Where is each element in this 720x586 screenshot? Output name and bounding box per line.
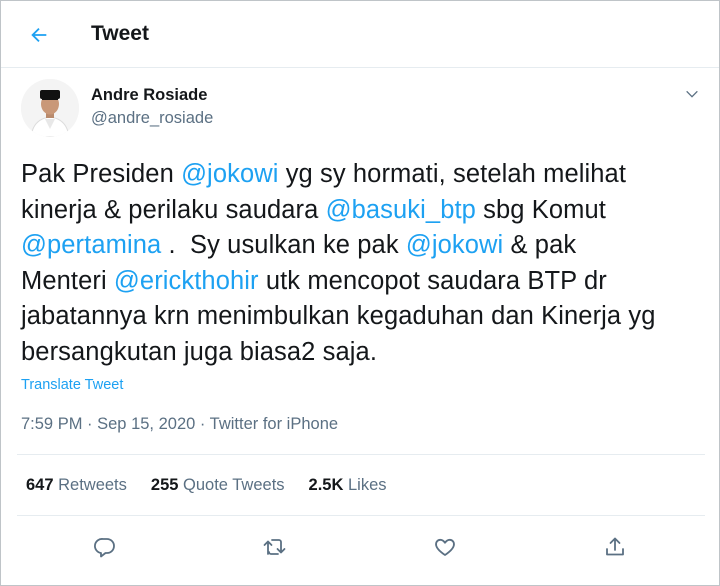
meta-separator: · [195, 415, 210, 433]
mention-link[interactable]: @jokowi [181, 160, 278, 188]
share-button[interactable] [597, 529, 633, 565]
retweet-button[interactable] [257, 529, 293, 565]
tweet-time[interactable]: 7:59 PM [21, 415, 82, 433]
tweet-text: Pak Presiden @jokowi yg sy hormati, sete… [21, 157, 711, 371]
arrow-left-icon [31, 27, 47, 43]
divider [17, 515, 705, 516]
likes-label: Likes [343, 476, 387, 494]
mention-link[interactable]: @basuki_btp [326, 196, 476, 224]
tweet-text-segment: . Sy usulkan ke pak [161, 231, 406, 260]
share-icon [606, 537, 624, 556]
tweet-text-segment: sbg Komut [483, 195, 606, 224]
translate-tweet-link[interactable]: Translate Tweet [21, 377, 123, 393]
page-title: Tweet [91, 22, 149, 45]
meta-separator: · [82, 415, 98, 433]
profile-photo [21, 79, 79, 137]
quote-tweets-count: 255 [150, 476, 179, 494]
likes-stat[interactable]: 2.5K Likes [309, 476, 387, 495]
tweet-actions [1, 529, 719, 565]
retweet-icon [263, 539, 286, 555]
author-handle[interactable]: @andre_rosiade [91, 109, 213, 128]
mention-link[interactable]: @jokowi [406, 231, 503, 259]
tweet-stats: 647 Retweets 255 Quote Tweets 2.5K Likes [26, 476, 387, 495]
chevron-down-icon [686, 90, 698, 98]
reply-button[interactable] [87, 529, 123, 565]
tweet-meta: 7:59 PM · Sep 15, 2020 · Twitter for iPh… [21, 415, 338, 434]
header: Tweet [1, 1, 719, 68]
divider [17, 454, 705, 455]
avatar[interactable] [21, 79, 79, 137]
tweet-text-segment: Pak Presiden [21, 160, 182, 188]
more-options-button[interactable] [681, 83, 703, 105]
tweet-detail-panel: Tweet Andre Rosiade @andre_rosiade Pak P… [0, 0, 720, 586]
tweet-source[interactable]: Twitter for iPhone [210, 415, 338, 433]
retweets-label: Retweets [53, 476, 127, 494]
quote-tweets-label: Quote Tweets [178, 476, 285, 494]
like-button[interactable] [427, 529, 463, 565]
mention-link[interactable]: @pertamina [21, 231, 161, 259]
likes-count: 2.5K [308, 476, 344, 494]
mention-link[interactable]: @erickthohir [114, 267, 259, 295]
like-icon [435, 538, 455, 556]
retweets-stat[interactable]: 647 Retweets [26, 476, 127, 495]
retweets-count: 647 [26, 476, 54, 494]
reply-icon [94, 538, 115, 558]
tweet-date[interactable]: Sep 15, 2020 [97, 415, 195, 433]
back-button[interactable] [23, 19, 55, 51]
quote-tweets-stat[interactable]: 255 Quote Tweets [151, 476, 285, 495]
author-name[interactable]: Andre Rosiade [91, 86, 207, 105]
